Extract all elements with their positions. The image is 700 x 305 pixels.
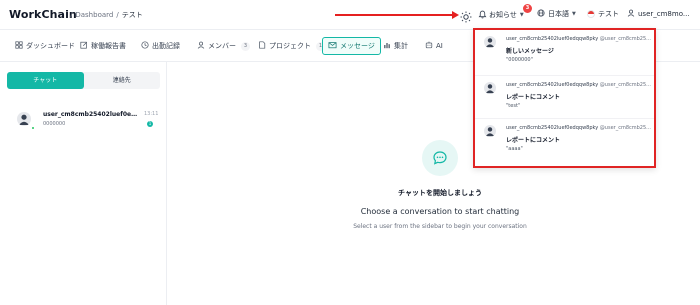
empty-state-subtitle: Choose a conversation to start chatting — [360, 207, 520, 216]
avatar — [17, 112, 31, 126]
tab-attendance[interactable]: 出勤記録 — [141, 38, 180, 54]
chevron-down-icon: ▼ — [519, 12, 524, 18]
tab-ai[interactable]: AI — [425, 38, 443, 54]
user-menu-button[interactable]: user_cm8mo... — [627, 9, 700, 19]
conversation-item[interactable]: user_cm8cmb25402luef0edqq... 13:11 00000… — [14, 109, 160, 131]
tab-summary[interactable]: 集計 — [383, 38, 408, 54]
notifications-dropdown: user_cm8cmb25402luef0edqqw8pky @user_cm8… — [473, 28, 656, 168]
tab-label: 出勤記録 — [152, 42, 180, 50]
notification-sender: user_cm8cmb25402luef0edqqw8pky — [506, 125, 599, 131]
notification-mention: @user_cm8cmb25... — [599, 82, 651, 88]
notification-item[interactable]: user_cm8cmb25402luef0edqqw8pky @user_cm8… — [484, 34, 654, 74]
notification-mention: @user_cm8cmb25... — [599, 125, 651, 131]
document-icon — [258, 41, 266, 51]
notification-header: user_cm8cmb25402luef0edqqw8pky @user_cm8… — [506, 36, 654, 42]
language-label: 日本語 — [548, 10, 569, 18]
online-status-dot — [31, 126, 35, 130]
notification-body: "0000000" — [506, 57, 533, 63]
notification-body: "test" — [506, 103, 521, 109]
breadcrumb-current: テスト — [121, 11, 143, 19]
notification-item[interactable]: user_cm8cmb25402luef0edqqw8pky @user_cm8… — [484, 80, 654, 120]
empty-state-hint: Select a user from the sidebar to begin … — [353, 223, 527, 230]
top-bar: WorkChain / Dashboard / テスト お知らせ ▼ 3 日本語 ▼ … — [0, 0, 700, 30]
segment-contacts[interactable]: 連絡先 — [84, 72, 161, 89]
grid-icon — [15, 41, 23, 51]
clock-icon — [141, 41, 149, 51]
avatar — [484, 36, 496, 48]
breadcrumb-dashboard[interactable]: Dashboard — [75, 11, 113, 19]
notifications-button[interactable]: お知らせ ▼ — [478, 8, 524, 22]
notification-item[interactable]: user_cm8cmb25402luef0edqqw8pky @user_cm8… — [484, 123, 654, 163]
conversation-preview: 0000000 — [43, 121, 66, 127]
notification-title: レポートにコメント — [506, 94, 561, 101]
tab-label: ダッシュボード — [26, 42, 75, 50]
notifications-label: お知らせ — [489, 11, 517, 19]
sidebar-segmented-control: チャット 連絡先 — [7, 72, 160, 89]
chat-sidebar: チャット 連絡先 user_cm8cmb25402luef0edqq... 13… — [0, 62, 167, 305]
segment-chat[interactable]: チャット — [7, 72, 84, 89]
edit-icon — [80, 41, 88, 51]
workspace-label: テスト — [598, 10, 619, 18]
notification-title: 新しいメッセージ — [506, 48, 554, 55]
tab-members[interactable]: メンバー 3 — [197, 38, 250, 54]
bell-icon — [478, 10, 487, 21]
tab-label: メッセージ — [340, 42, 375, 50]
annotation-arrow-line — [335, 14, 454, 16]
conversation-name: user_cm8cmb25402luef0edqq... — [43, 111, 139, 118]
user-name: user_cm8mo... — [638, 10, 690, 18]
tab-count-badge: 3 — [241, 41, 250, 51]
tab-label: 集計 — [394, 42, 408, 50]
chat-bubble-icon — [422, 140, 458, 176]
globe-icon — [537, 9, 545, 19]
tab-messages[interactable]: メッセージ — [322, 37, 381, 55]
bar-chart-icon — [383, 41, 391, 51]
notification-sender: user_cm8cmb25402luef0edqqw8pky — [506, 36, 599, 42]
tab-projects[interactable]: プロジェクト 1 — [258, 38, 325, 54]
notification-header: user_cm8cmb25402luef0edqqw8pky @user_cm8… — [506, 125, 654, 131]
notification-mention: @user_cm8cmb25... — [599, 36, 651, 42]
tab-label: メンバー — [208, 42, 236, 50]
tab-work-reports[interactable]: 稼働報告書 — [80, 38, 126, 54]
language-selector[interactable]: 日本語 ▼ — [537, 9, 576, 19]
avatar — [484, 82, 496, 94]
breadcrumb: / Dashboard / テスト — [67, 10, 143, 20]
notification-header: user_cm8cmb25402luef0edqqw8pky @user_cm8… — [506, 82, 654, 88]
tab-label: 稼働報告書 — [91, 42, 126, 50]
mail-icon — [328, 41, 337, 51]
avatar — [484, 125, 496, 137]
notification-title: レポートにコメント — [506, 137, 561, 144]
breadcrumb-separator: / — [70, 11, 73, 19]
theme-toggle-icon[interactable] — [460, 8, 472, 23]
empty-state-title: チャットを開始しましょう — [398, 189, 482, 197]
divider — [475, 118, 654, 119]
notification-sender: user_cm8cmb25402luef0edqqw8pky — [506, 82, 599, 88]
tab-label: AI — [436, 42, 443, 50]
chevron-down-icon: ▼ — [572, 11, 576, 17]
user-icon — [627, 9, 635, 19]
user-icon — [197, 41, 205, 51]
notifications-count-badge: 3 — [523, 4, 532, 13]
conversation-time: 13:11 — [144, 111, 159, 117]
workspace-flag-icon — [587, 10, 595, 18]
notification-body: "aaaa" — [506, 146, 523, 152]
workspace-selector[interactable]: テスト — [587, 9, 619, 19]
unread-count-badge: 1 — [147, 121, 153, 127]
divider — [475, 75, 654, 76]
tab-label: プロジェクト — [269, 42, 311, 50]
breadcrumb-separator: / — [116, 11, 119, 19]
annotation-arrow-head — [452, 11, 459, 19]
tab-dashboard[interactable]: ダッシュボード — [15, 38, 75, 54]
ai-icon — [425, 41, 433, 51]
